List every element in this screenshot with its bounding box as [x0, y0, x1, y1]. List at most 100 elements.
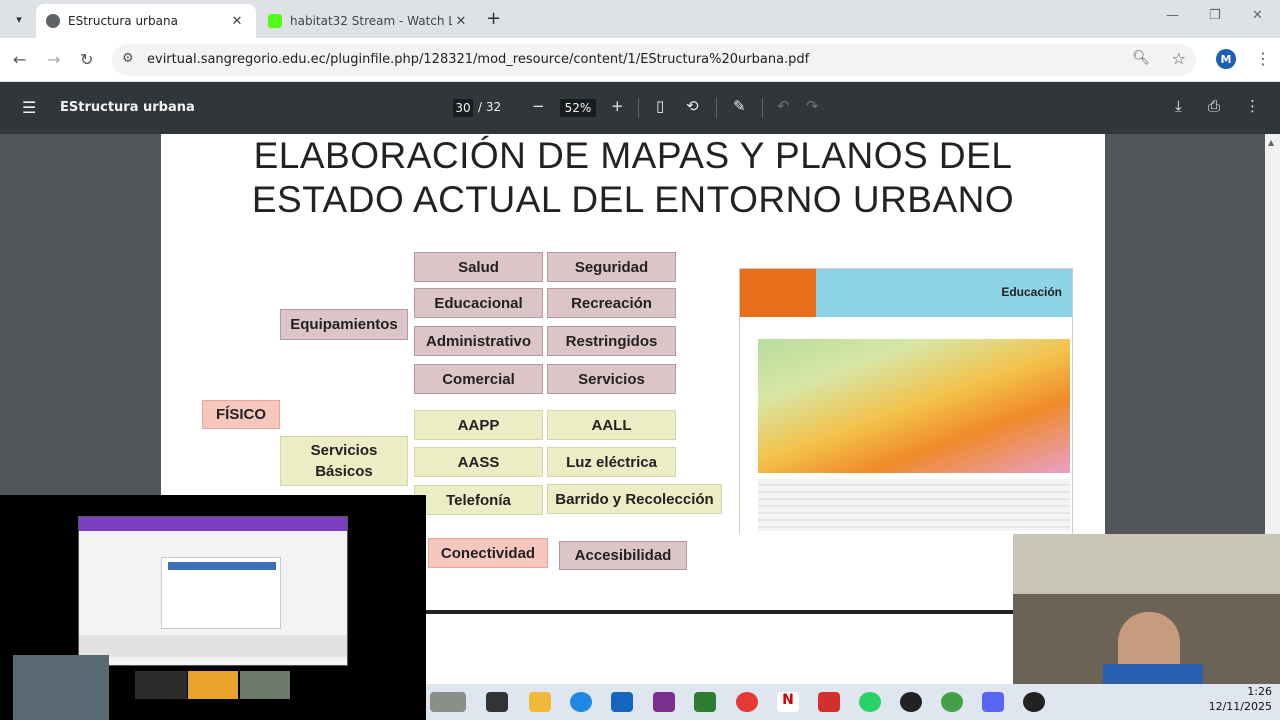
campus-3d-map	[758, 339, 1070, 473]
pdf-scrollbar[interactable]: ▲	[1265, 134, 1280, 534]
page-total: / 32	[478, 100, 502, 114]
equip-item: Educacional	[414, 288, 543, 318]
video-thumbnail	[240, 671, 290, 699]
kick-icon	[268, 14, 282, 28]
tab-bar: ▾ EStructura urbana ✕ habitat32 Stream -…	[0, 0, 1280, 38]
system-clock[interactable]: 1:26 12/11/2025	[1209, 684, 1272, 714]
education-map-image: Educación	[739, 268, 1073, 534]
download-icon[interactable]: ⤓	[1175, 97, 1182, 115]
chrome-profile-icon[interactable]	[941, 692, 963, 712]
equip-item: Recreación	[547, 288, 676, 318]
netflix-icon[interactable]: N	[777, 692, 799, 712]
annotate-icon[interactable]: ✎	[733, 97, 746, 115]
webcam-ceiling	[1013, 534, 1280, 594]
equip-item: Salud	[414, 252, 543, 282]
print-icon[interactable]: ⎙	[1208, 97, 1220, 115]
tab-estructura[interactable]: EStructura urbana ✕	[36, 4, 256, 38]
webcam-shirt	[1103, 664, 1203, 684]
close-tab-icon[interactable]: ✕	[452, 14, 470, 29]
pdf-toolbar: ☰ EStructura urbana 30 / 32 − 52% + ▯ ⟲ …	[0, 82, 1280, 134]
rotate-icon[interactable]: ⟲	[686, 97, 699, 115]
wps-icon[interactable]	[818, 692, 840, 712]
redo-icon[interactable]: ↷	[806, 97, 819, 115]
zoom-out-icon[interactable]: −	[532, 97, 545, 115]
equipamientos-box: Equipamientos	[280, 309, 408, 340]
profile-avatar[interactable]: M	[1216, 49, 1236, 69]
tab-title: EStructura urbana	[68, 14, 178, 28]
image-label: Educación	[1001, 285, 1062, 299]
store-icon[interactable]	[611, 692, 633, 712]
whatsapp-icon[interactable]	[859, 692, 881, 712]
address-bar: ← → ↻ ⚙ evirtual.sangregorio.edu.ec/plug…	[0, 38, 1280, 82]
camera-thumbnail	[13, 655, 109, 720]
toolbar-divider	[716, 98, 717, 118]
minimize-icon[interactable]: —	[1166, 8, 1179, 23]
zoom-icon[interactable]: 🔍︎	[1132, 50, 1150, 66]
close-tab-icon[interactable]: ✕	[228, 14, 246, 29]
thumbnail-heading	[168, 562, 276, 570]
page-number-input[interactable]: 30	[453, 99, 473, 117]
sidebar-menu-icon[interactable]: ☰	[22, 98, 36, 117]
more-options-icon[interactable]: ⋮	[1245, 97, 1260, 115]
clock-time: 1:26	[1247, 685, 1272, 698]
discord-thumbnail	[188, 671, 238, 699]
stream-overlay	[0, 495, 426, 720]
thumbnail-filmstrip	[79, 635, 347, 657]
service-item: Barrido y Recolección	[547, 484, 722, 514]
forward-icon[interactable]: →	[47, 50, 60, 69]
screen-share-thumbnail	[78, 516, 348, 666]
new-tab-button[interactable]: +	[486, 8, 501, 29]
obs-icon[interactable]	[900, 692, 922, 712]
xbox-icon[interactable]	[694, 692, 716, 712]
reload-icon[interactable]: ↻	[80, 50, 93, 69]
restore-icon[interactable]: ❐	[1209, 8, 1221, 23]
service-item: AASS	[414, 447, 543, 477]
zoom-input[interactable]: 52%	[560, 99, 596, 117]
orange-header-block	[740, 269, 816, 317]
service-item: Telefonía	[414, 485, 543, 515]
tab-search-icon[interactable]: ▾	[8, 8, 30, 30]
pdf-page: ELABORACIÓN DE MAPAS Y PLANOS DEL ESTADO…	[161, 134, 1105, 534]
back-icon[interactable]: ←	[13, 50, 26, 69]
toolbar-divider	[638, 98, 639, 118]
tab-title: habitat32 Stream - Watch Live o	[290, 14, 452, 28]
undo-icon[interactable]: ↶	[777, 97, 790, 115]
webcam-feed	[1013, 534, 1280, 684]
app-thumbnail	[135, 671, 187, 699]
accesibilidad-box: Accesibilidad	[559, 541, 687, 570]
fit-page-icon[interactable]: ▯	[656, 97, 664, 115]
browser-menu-icon[interactable]: ⋮	[1255, 49, 1271, 68]
service-item: AAPP	[414, 410, 543, 440]
widgets-icon[interactable]	[430, 692, 466, 712]
site-info-icon[interactable]: ⚙	[122, 51, 134, 66]
file-explorer-icon[interactable]	[529, 692, 551, 712]
slide-title-line2: ESTADO ACTUAL DEL ENTORNO URBANO	[251, 179, 1015, 220]
servicios-basicos-box: Servicios Básicos	[280, 436, 408, 486]
bookmark-star-icon[interactable]: ☆	[1172, 49, 1186, 68]
service-item: AALL	[547, 410, 676, 440]
service-item: Luz eléctrica	[547, 447, 676, 477]
conectividad-box: Conectividad	[428, 538, 548, 568]
clock-date: 12/11/2025	[1208, 700, 1272, 713]
discord-icon[interactable]	[982, 692, 1004, 712]
zoom-in-icon[interactable]: +	[611, 97, 624, 115]
slide-title-line1: ELABORACIÓN DE MAPAS Y PLANOS DEL	[253, 135, 1013, 176]
url-omnibox[interactable]: ⚙ evirtual.sangregorio.edu.ec/pluginfile…	[112, 44, 1196, 76]
photos-icon[interactable]	[653, 692, 675, 712]
media-player-icon[interactable]	[1023, 692, 1045, 712]
equip-item: Administrativo	[414, 326, 543, 356]
thumbnail-topbar	[79, 517, 347, 531]
taskbar: N 1:26 12/11/2025	[426, 684, 1280, 720]
chrome-icon[interactable]	[736, 692, 758, 712]
map-legend	[758, 479, 1070, 531]
task-view-icon[interactable]	[486, 692, 508, 712]
toolbar-divider	[762, 98, 763, 118]
scroll-up-icon[interactable]: ▲	[1268, 138, 1274, 147]
fisico-box: FÍSICO	[202, 400, 280, 429]
tab-habitat32[interactable]: habitat32 Stream - Watch Live o ✕	[258, 4, 480, 38]
thumbnail-document	[161, 557, 281, 629]
equip-item: Comercial	[414, 364, 543, 394]
url-text[interactable]: evirtual.sangregorio.edu.ec/pluginfile.p…	[147, 52, 809, 67]
close-window-icon[interactable]: ✕	[1252, 8, 1263, 23]
edge-icon[interactable]	[570, 692, 592, 712]
